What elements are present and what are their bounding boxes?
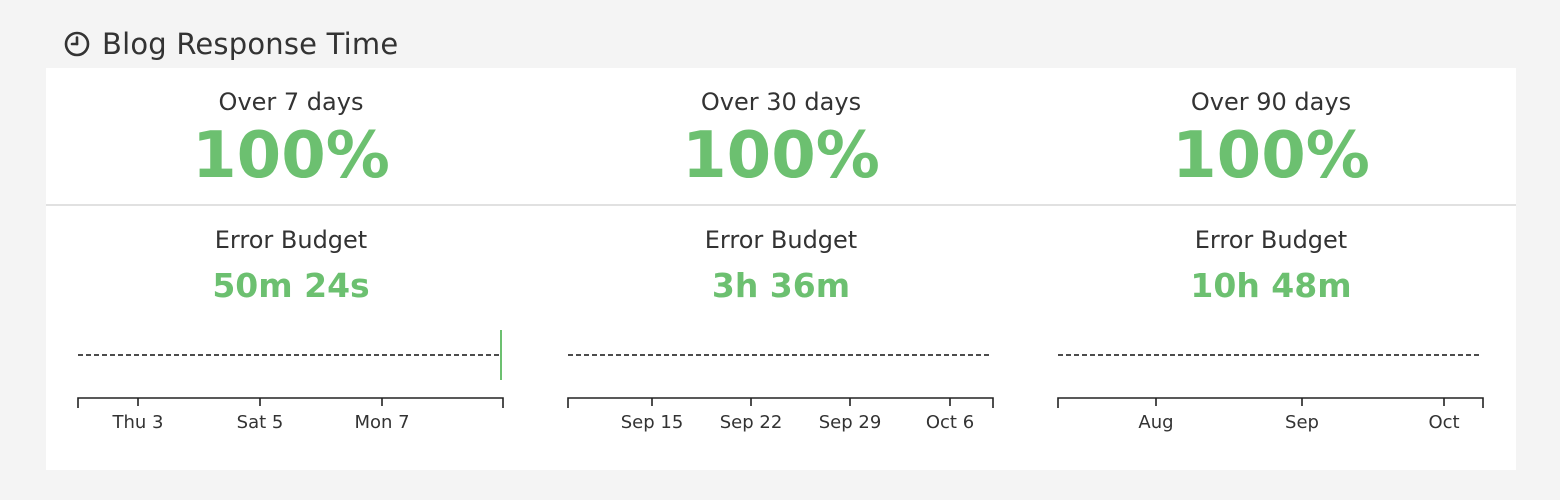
period-column: Over 90 days 100% Error Budget 10h 48m A…	[1026, 68, 1516, 470]
tick-label: Mon 7	[354, 412, 409, 433]
tick-label: Oct	[1428, 412, 1459, 433]
period-label: Over 7 days	[218, 88, 364, 116]
error-budget-value: 50m 24s	[212, 266, 370, 305]
timeline-svg: Thu 3 Sat 5 Mon 7	[77, 330, 504, 433]
error-budget-value: 10h 48m	[1190, 266, 1352, 305]
tick-label: Sep 15	[621, 412, 684, 433]
error-budget-label: Error Budget	[214, 226, 368, 254]
uptime-percent: 100%	[682, 119, 880, 193]
x-axis	[77, 397, 504, 408]
tick-label: Aug	[1138, 412, 1173, 433]
tick-label: Sep	[1285, 412, 1319, 433]
period-label: Over 90 days	[1190, 88, 1352, 116]
timeline-svg: Sep 15 Sep 22 Sep 29 Oct 6	[567, 354, 994, 433]
tick-label: Thu 3	[112, 412, 164, 433]
tick-label: Oct 6	[926, 412, 974, 433]
error-budget-value: 3h 36m	[711, 266, 851, 305]
timeline-chart: Aug Sep Oct	[1056, 323, 1488, 453]
timeline-chart: Sep 15 Sep 22 Sep 29 Oct 6	[566, 323, 998, 453]
period-column: Over 7 days 100% Error Budget 50m 24s Th…	[46, 68, 536, 470]
period-label: Over 30 days	[700, 88, 862, 116]
uptime-percent: 100%	[192, 119, 390, 193]
error-budget-label: Error Budget	[704, 226, 858, 254]
timeline-chart: Thu 3 Sat 5 Mon 7	[76, 323, 508, 453]
widget-header: Blog Response Time	[64, 24, 398, 64]
x-axis	[567, 397, 994, 408]
tick-label: Sat 5	[237, 412, 284, 433]
x-axis	[1057, 397, 1484, 408]
tick-label: Sep 29	[819, 412, 882, 433]
widget-title: Blog Response Time	[102, 27, 399, 61]
tick-label: Sep 22	[720, 412, 783, 433]
uptime-percent: 100%	[1172, 119, 1370, 193]
clock-icon	[64, 31, 90, 57]
error-budget-label: Error Budget	[1194, 226, 1348, 254]
period-column: Over 30 days 100% Error Budget 3h 36m Se…	[536, 68, 1026, 470]
timeline-svg: Aug Sep Oct	[1057, 354, 1484, 433]
slo-card: Over 7 days 100% Error Budget 50m 24s Th…	[46, 68, 1516, 470]
